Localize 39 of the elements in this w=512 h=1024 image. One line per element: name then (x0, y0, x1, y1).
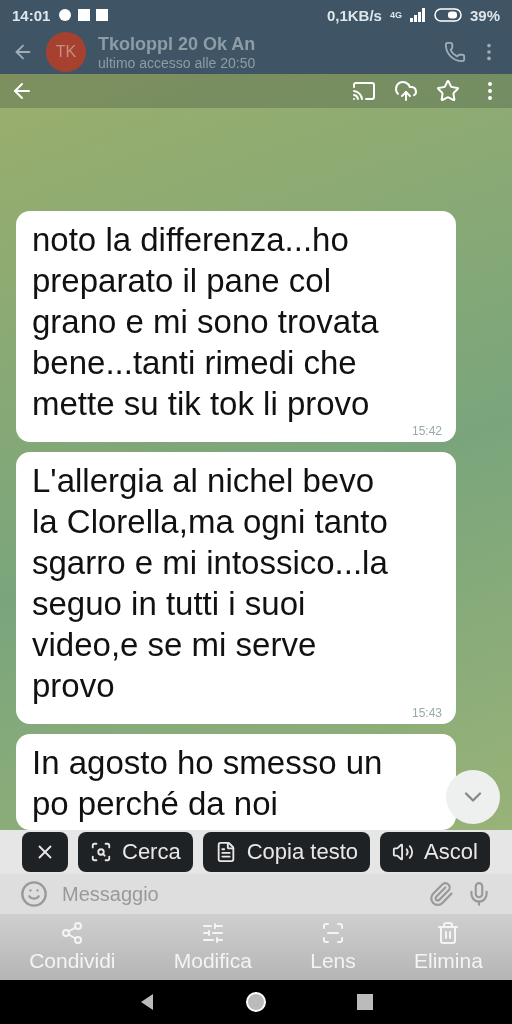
phone-icon[interactable] (444, 41, 466, 63)
network-type: 4G (389, 10, 402, 20)
paperclip-icon[interactable] (428, 881, 454, 907)
star-icon[interactable] (436, 79, 460, 103)
scan-icon (321, 921, 345, 945)
network-speed: 0,1KB/s (326, 6, 382, 24)
share-icon (60, 921, 85, 945)
message-text: noto la differenza...ho preparato il pane col grano e mi sono trovata bene...tanti rimedi che mette su tik tok li provo (32, 220, 380, 424)
trash-icon (436, 921, 461, 945)
sliders-icon (200, 921, 225, 945)
message-time: 15:43 (411, 706, 442, 720)
listen-chip[interactable]: Ascol (380, 832, 490, 872)
message-field[interactable]: Messaggio (60, 881, 416, 907)
message-text: In agosto ho smesso un po perché da noi (32, 743, 384, 824)
message-time: 15:42 (411, 424, 442, 438)
scan-icon (90, 841, 112, 863)
message-bar[interactable]: Messaggio (0, 874, 512, 914)
cloud-upload-icon[interactable] (394, 79, 418, 103)
delete-button[interactable]: Elimina (408, 920, 489, 974)
search-chip[interactable]: Cerca (78, 832, 193, 872)
scroll-down-button[interactable] (446, 770, 500, 824)
battery-icon (433, 8, 462, 22)
signal-icon (409, 8, 426, 22)
copy-text-chip[interactable]: Copia testo (202, 832, 370, 872)
emoji-icon[interactable] (20, 880, 48, 908)
nav-back-button[interactable] (139, 993, 155, 1011)
status-time: 14:01 (12, 6, 51, 24)
chat-title: Tkoloppl 20 Ok An (98, 33, 256, 55)
lens-button[interactable]: Lens (304, 920, 362, 974)
close-chip[interactable] (22, 832, 68, 872)
last-seen: ultimo accesso alle 20:50 (98, 54, 256, 71)
message-text: L'allergia al nichel bevo la Clorella,ma ogni tanto sgarro e mi intossico...la seguo in tutti i suoi video,e se mi serve provo (32, 461, 389, 706)
nav-home-button[interactable] (245, 991, 267, 1013)
share-button[interactable]: Condividi (23, 920, 122, 974)
battery-level: 39% (469, 6, 500, 24)
edit-button[interactable]: Modifica (167, 920, 258, 974)
cast-icon[interactable] (352, 79, 376, 103)
speaker-icon (392, 841, 414, 863)
avatar: TK (46, 32, 86, 72)
